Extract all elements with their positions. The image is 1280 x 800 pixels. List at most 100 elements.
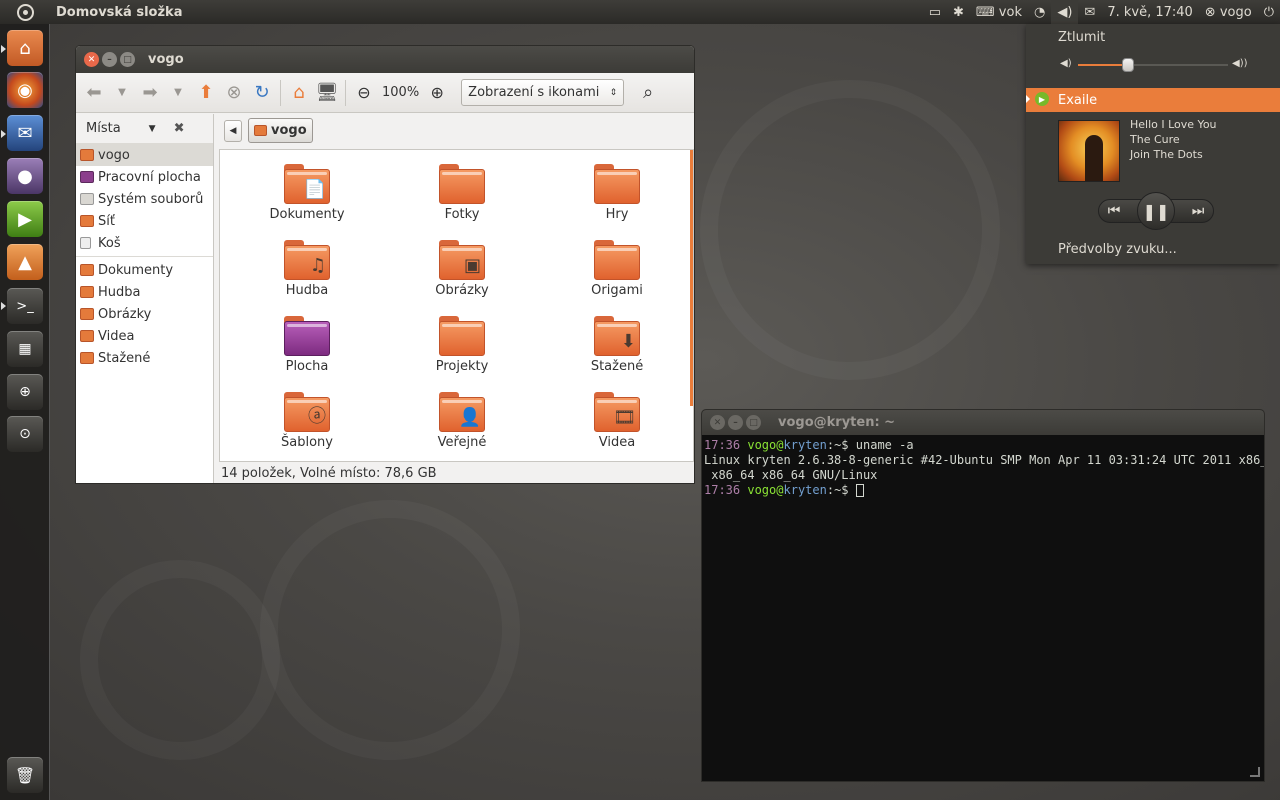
search-icon[interactable]: ⊙ — [7, 416, 43, 452]
terminal-window: ✕ – □ vogo@kryten: ~ 17:36 vogo@kryten:~… — [701, 409, 1265, 782]
sidebar-heading[interactable]: Místa — [86, 121, 121, 136]
sidebar-item-trash[interactable]: Koš — [76, 232, 213, 254]
path-button-vogo[interactable]: vogo — [248, 118, 313, 143]
close-sidebar-icon[interactable]: ✖ — [174, 121, 185, 136]
track-title: Hello I Love You — [1130, 118, 1217, 131]
prompt-host: kryten — [783, 483, 827, 497]
computer-icon[interactable]: 🖥 — [313, 79, 341, 107]
folder-icon — [439, 164, 485, 204]
file-item[interactable]: Plocha — [247, 302, 367, 374]
file-item[interactable]: ⬇ Stažené — [557, 302, 677, 374]
home-folder-icon[interactable]: ⌂ — [7, 30, 43, 66]
folder-icon: 👤 — [439, 392, 485, 432]
file-manager-window: ✕ – □ vogo ⬅ ▼ ➡ ▼ ⬆ ⊗ ↻ ⌂ 🖥 ⊖ 100% ⊕ Zo… — [75, 45, 695, 484]
scrollbar[interactable] — [690, 150, 693, 406]
folder-icon — [439, 316, 485, 356]
file-item[interactable]: Projekty — [402, 302, 522, 374]
file-item[interactable]: ⓐ Šablony — [247, 378, 367, 450]
mute-menu-item[interactable]: Ztlumit — [1058, 30, 1105, 45]
forward-arrow-icon[interactable]: ➡ — [136, 79, 164, 107]
resize-grip-icon[interactable] — [1250, 767, 1260, 777]
keyboard-icon: ⌨ — [975, 4, 995, 20]
media-player-icon[interactable]: ▶ — [7, 201, 43, 237]
file-item[interactable]: ▣ Obrázky — [402, 226, 522, 298]
volume-high-icon: ◀)) — [1232, 58, 1248, 69]
wifi-icon[interactable]: ◔ — [1028, 0, 1051, 24]
bluetooth-icon[interactable]: ✱ — [947, 0, 970, 24]
thunderbird-icon[interactable]: ✉ — [7, 115, 43, 151]
workspace-switcher-icon[interactable]: ▦ — [7, 331, 43, 367]
folder-emblem-icon: ♫ — [309, 255, 326, 276]
reload-icon[interactable]: ↻ — [248, 79, 276, 107]
sidebar-item-documents[interactable]: Dokumenty — [76, 259, 213, 281]
search-icon[interactable]: ⌕ — [634, 79, 662, 107]
sidebar-item-pictures[interactable]: Obrázky — [76, 303, 213, 325]
firefox-icon[interactable]: ◉ — [7, 72, 43, 108]
terminal-output[interactable]: 17:36 vogo@kryten:~$ uname -a Linux kryte… — [702, 435, 1264, 501]
zoom-out-icon[interactable]: ⊖ — [350, 79, 378, 107]
volume-icon[interactable]: ◀) — [1051, 0, 1079, 24]
folder-icon: ♫ — [284, 240, 330, 280]
maximize-button[interactable]: □ — [746, 415, 761, 430]
window-title: vogo@kryten: ~ — [778, 415, 896, 430]
pidgin-icon[interactable]: ● — [7, 158, 43, 194]
next-track-icon[interactable]: ⏭ — [1180, 198, 1216, 224]
sound-preferences-menu-item[interactable]: Předvolby zvuku... — [1058, 242, 1177, 257]
user-menu[interactable]: ⊗ vogo — [1199, 0, 1258, 24]
view-mode-select[interactable]: Zobrazení s ikonami ⇕ — [461, 79, 625, 106]
previous-track-icon[interactable]: ⏮ — [1096, 198, 1132, 224]
file-item[interactable]: 📄 Dokumenty — [247, 150, 367, 222]
maximize-button[interactable]: □ — [120, 52, 135, 67]
keyboard-indicator[interactable]: ⌨ vok — [970, 0, 1028, 24]
window-titlebar[interactable]: ✕ – □ vogo@kryten: ~ — [702, 410, 1264, 435]
path-back-icon[interactable]: ◀ — [224, 119, 242, 142]
power-icon[interactable]: ⏻ — [1258, 0, 1280, 24]
zoom-in-icon[interactable]: ⊕ — [423, 79, 451, 107]
file-label: Dokumenty — [269, 207, 345, 222]
terminal-icon[interactable]: >_ — [7, 288, 43, 324]
window-titlebar[interactable]: ✕ – □ vogo — [76, 46, 694, 73]
toolbar-separator — [280, 79, 281, 106]
file-item[interactable]: ♫ Hudba — [247, 226, 367, 298]
minimize-button[interactable]: – — [728, 415, 743, 430]
sidebar-item-filesystem[interactable]: Systém souborů — [76, 188, 213, 210]
stop-icon[interactable]: ⊗ — [220, 79, 248, 107]
file-item[interactable]: 👤 Veřejné — [402, 378, 522, 450]
mail-icon[interactable]: ✉ — [1078, 0, 1101, 24]
volume-knob[interactable] — [1121, 58, 1134, 72]
up-arrow-icon[interactable]: ⬆ — [192, 79, 220, 107]
sidebar-item-network[interactable]: Síť — [76, 210, 213, 232]
sidebar-item-videos[interactable]: Videa — [76, 325, 213, 347]
prompt-cmd: uname -a — [848, 438, 914, 452]
view-mode-value: Zobrazení s ikonami — [468, 85, 600, 100]
battery-icon[interactable]: ▭ — [923, 0, 947, 24]
vlc-icon[interactable]: ▲ — [7, 244, 43, 280]
forward-history-dropdown-icon[interactable]: ▼ — [164, 79, 192, 107]
zoom-icon[interactable]: ⊕ — [7, 374, 43, 410]
player-menu-item[interactable]: ▶ Exaile — [1026, 88, 1280, 112]
minimize-button[interactable]: – — [102, 52, 117, 67]
volume-slider[interactable]: ◀) ◀)) — [1060, 58, 1248, 72]
trash-icon[interactable]: 🗑 — [7, 757, 43, 793]
file-item[interactable]: Hry — [557, 150, 677, 222]
file-item[interactable]: Fotky — [402, 150, 522, 222]
clock[interactable]: 7. kvě, 17:40 — [1101, 0, 1198, 24]
pause-icon[interactable]: ❚❚ — [1137, 192, 1175, 230]
back-arrow-icon[interactable]: ⬅ — [80, 79, 108, 107]
back-history-dropdown-icon[interactable]: ▼ — [108, 79, 136, 107]
sidebar-item-desktop[interactable]: Pracovní plocha — [76, 166, 213, 188]
close-button[interactable]: ✕ — [710, 415, 725, 430]
file-label: Origami — [591, 283, 643, 298]
file-label: Šablony — [281, 435, 333, 450]
file-item[interactable]: Origami — [557, 226, 677, 298]
volume-track[interactable] — [1078, 58, 1228, 72]
file-label: Videa — [598, 435, 636, 450]
ubuntu-logo-icon[interactable] — [0, 0, 50, 24]
home-folder-icon[interactable]: ⌂ — [285, 79, 313, 107]
sidebar-item-music[interactable]: Hudba — [76, 281, 213, 303]
file-item[interactable]: 🎞 Videa — [557, 378, 677, 450]
sidebar-item-vogo[interactable]: vogo — [76, 144, 213, 166]
sidebar-item-downloads[interactable]: Stažené — [76, 347, 213, 369]
chevron-down-icon[interactable]: ▼ — [149, 124, 156, 134]
close-button[interactable]: ✕ — [84, 52, 99, 67]
